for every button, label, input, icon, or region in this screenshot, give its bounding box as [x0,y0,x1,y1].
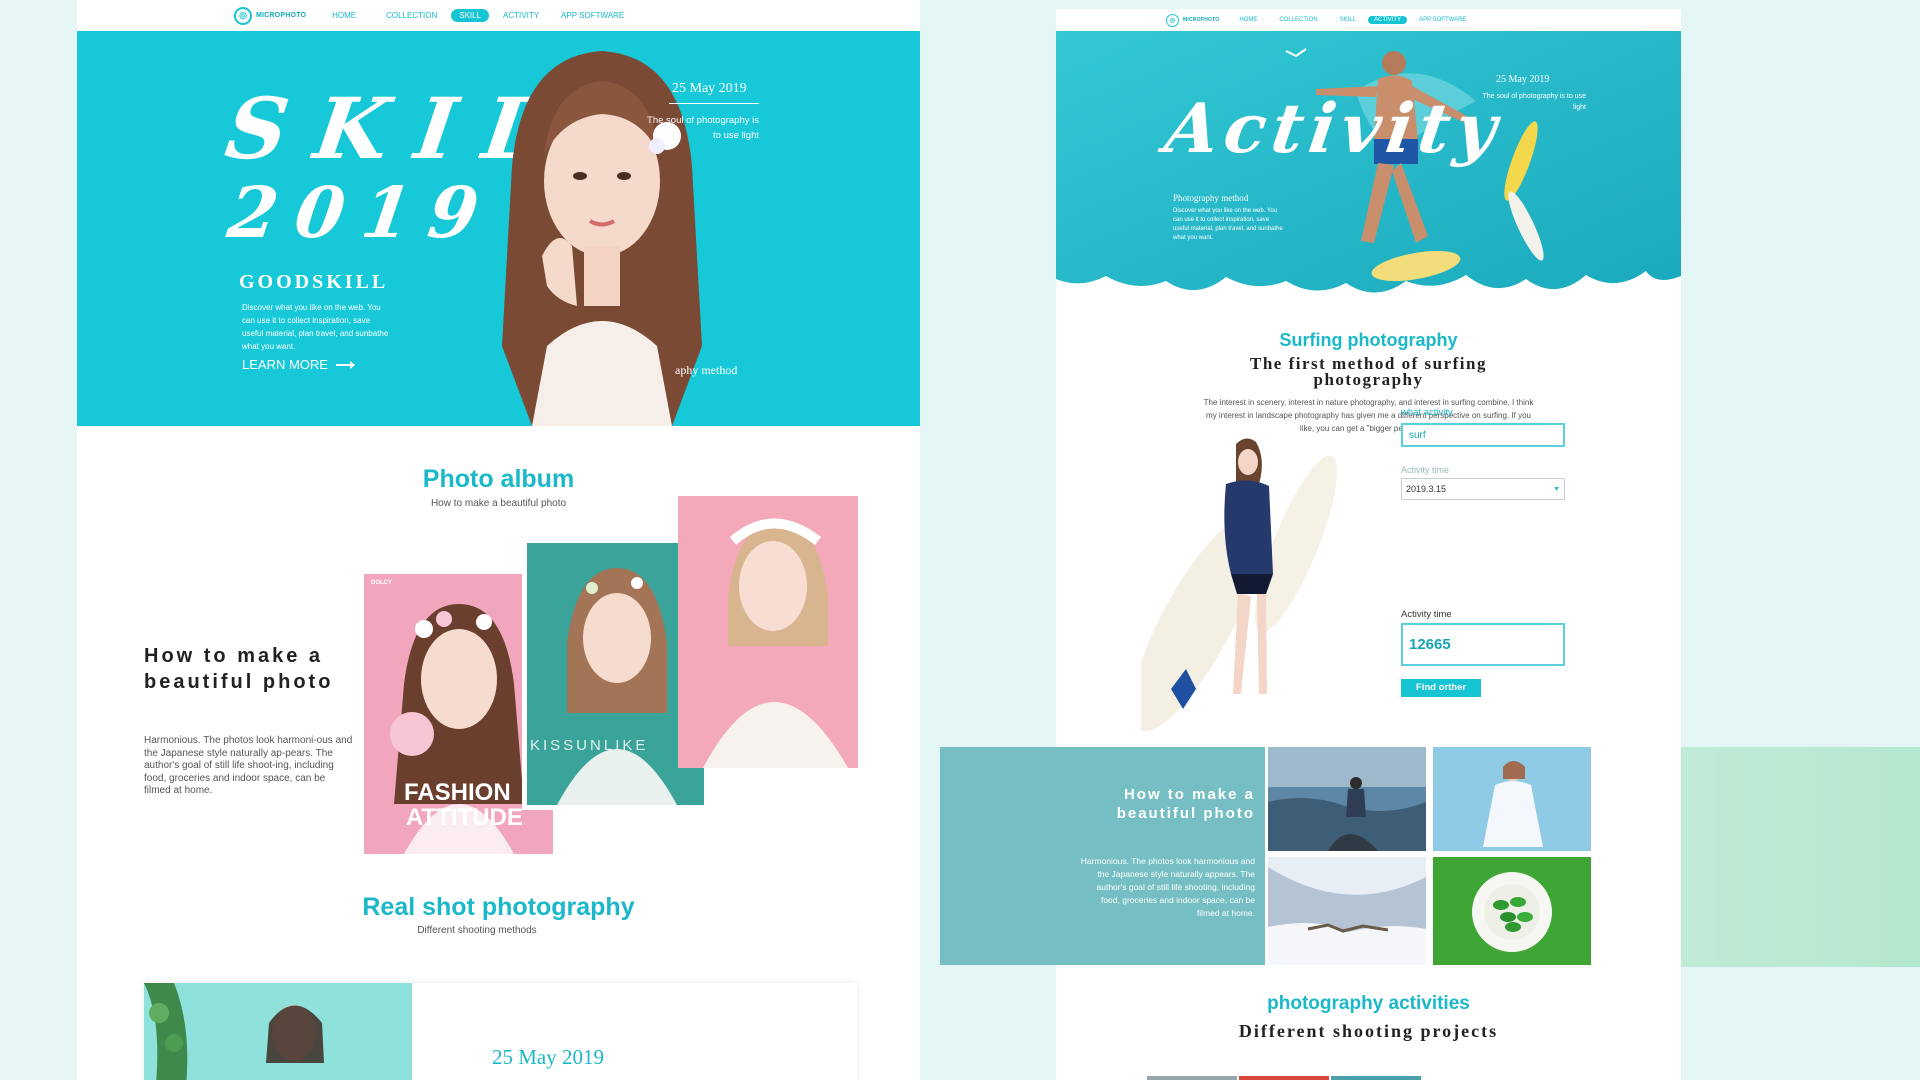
real-shot-subtitle: Different shooting methods [417,925,537,936]
arrow-right-icon [335,360,355,369]
activity-word: Activity [1160,89,1508,169]
logo-text: MICROPHOTO [1183,17,1220,23]
howto-title: How to make a beautiful photo [144,645,334,693]
camera-logo-icon: ◎ [1166,13,1179,27]
model-sky-image [1433,747,1591,851]
logo[interactable]: ◎ MICROPHOTO [234,6,307,25]
sea-photographer-image [1268,747,1426,851]
nav-activity[interactable]: ACTIVITY [495,9,547,22]
nav-app-software[interactable]: APP SOFTWARE [553,9,632,22]
surf-splash-image [1056,31,1681,293]
hero-method-text: aphy method [675,363,738,377]
gallery-photo-snow[interactable] [1268,857,1426,965]
find-other-button[interactable]: Find orther [1401,679,1481,697]
hero-soul-text: The soul of photography is to use light [647,115,759,141]
nav-skill[interactable]: SKILL [1334,16,1362,24]
logo-text: MICROPHOTO [256,12,307,19]
nav-app-software[interactable]: APP SOFTWARE [1413,16,1472,24]
gallery-title: How to make a beautiful photo [1116,786,1255,822]
gallery-description: Harmonious. The photos look harmonious a… [1080,856,1255,918]
surfing-title: Surfing photography [1279,330,1458,350]
nav-collection[interactable]: COLLECTION [378,9,445,22]
what-activity-label: what activity [1401,407,1453,418]
model-photo-image [703,518,848,768]
real-shot-title: Real shot photography [362,893,635,921]
hero-soul-text: The soul of photography is to use light [1482,93,1586,111]
nav-skill[interactable]: SKILL [451,9,490,22]
snowy-landscape-image [1268,857,1426,965]
surfing-headline: The first method of surfing photography [1250,354,1487,389]
real-shot-photo[interactable] [144,983,412,1080]
green-beans-bowl-image [1433,857,1591,965]
activity-count-label: Activity time [1401,609,1452,620]
activity-thumb-2[interactable] [1239,1076,1329,1080]
hero-date: 25 May 2019 [1496,74,1550,85]
learn-more-link[interactable]: LEARN MORE [242,357,355,372]
skill-page-mockup: ◎ MICROPHOTO HOME COLLECTION SKILL ACTIV… [77,0,920,1080]
top-nav: ◎ MICROPHOTO HOME COLLECTION SKILL ACTIV… [77,0,920,31]
album-photo-pink[interactable] [678,496,858,768]
camera-logo-icon: ◎ [234,6,252,25]
model-photo-image [144,983,324,1080]
album-title: Photo album [422,465,575,493]
activity-time-value: 2019.3.15 [1406,484,1447,494]
card-kiss-text: KISSUNLIKE [530,737,649,754]
card-attitude-text: ATTITUDE [406,804,523,831]
gallery-photo-beans[interactable] [1433,857,1591,965]
activities-title: photography activities [1267,993,1470,1014]
howto-description: Harmonious. The photos look harmoni-ous … [144,735,353,796]
surfer-woman-image [1141,438,1338,732]
date-divider [669,103,759,104]
hero-date: 25 May 2019 [672,81,747,96]
nav-collection[interactable]: COLLECTION [1273,16,1323,24]
gallery-photo-sea[interactable] [1268,747,1426,851]
hero-banner: SKIL 2019 25 May 2019 The soul of photog… [77,31,920,426]
what-activity-input[interactable] [1401,423,1565,447]
activity-time-label: Activity time [1401,465,1450,475]
gallery-photo-model[interactable] [1433,747,1591,851]
logo[interactable]: ◎ MICROPHOTO [1166,13,1220,27]
activity-count-input[interactable] [1401,623,1565,666]
hero-headline: GOODSKILL [239,271,389,293]
learn-more-label: LEARN MORE [242,357,328,372]
activity-thumb-1[interactable] [1147,1076,1237,1080]
activity-time-select[interactable]: 2019.3.15 ▼ [1401,478,1565,500]
nav-home[interactable]: HOME [324,9,364,22]
hero-description: Discover what you like on the web. You c… [242,303,389,351]
activity-thumb-3[interactable] [1331,1076,1421,1080]
dropdown-arrow-icon: ▼ [1553,485,1560,493]
real-shot-date: 25 May 2019 [492,1045,604,1069]
top-nav-activity: ◎ MICROPHOTO HOME COLLECTION SKILL ACTIV… [1056,9,1681,31]
nav-home[interactable]: HOME [1233,16,1263,24]
card-fashion-text: FASHION [404,779,511,806]
activities-subtitle: Different shooting projects [1238,1021,1499,1041]
card-tag: DOLCY [371,580,392,586]
nav-activity[interactable]: ACTIVITY [1368,16,1408,24]
photography-method-description: Discover what you like on the web. You c… [1173,208,1283,241]
activity-hero: Activity 25 May 2019 The soul of photogr… [1056,31,1681,321]
photography-method-title: Photography method [1173,193,1249,203]
